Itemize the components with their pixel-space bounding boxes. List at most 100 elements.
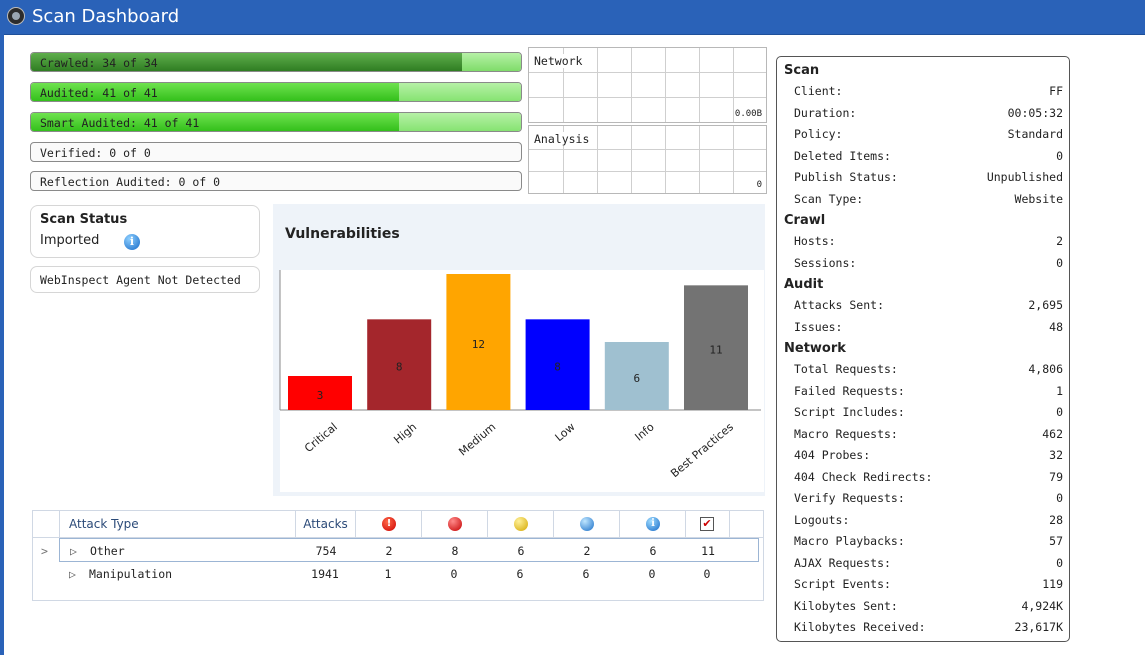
info-header[interactable]: i	[619, 511, 685, 537]
summary-value: Website	[1014, 191, 1063, 206]
smart-audited-progress-label: Smart Audited: 41 of 41	[40, 116, 200, 130]
vulnerabilities-panel: Vulnerabilities 3 Critical 8 High 12 Medium 8 L…	[273, 204, 765, 496]
summary-value: 0	[1056, 255, 1063, 270]
summary-label: Sessions:	[794, 255, 857, 270]
crawled-progress-label: Crawled: 34 of 34	[40, 56, 158, 70]
reflection-audited-progress: Reflection Audited: 0 of 0	[30, 171, 522, 191]
summary-label: Logouts:	[794, 512, 850, 527]
table-row[interactable]: ▷ Manipulation 1941 1 0 6 6 0 0	[59, 562, 759, 586]
analysis-graph: Analysis 0	[528, 125, 767, 194]
best-practice-header[interactable]: ✔	[685, 511, 729, 537]
summary-value: 32	[1049, 448, 1063, 462]
info-icon[interactable]: i	[124, 234, 140, 250]
summary-value: 1	[1056, 383, 1063, 398]
critical-header[interactable]: !	[355, 511, 421, 537]
summary-label: Failed Requests:	[794, 383, 905, 398]
section-heading-scan: Scan	[784, 63, 820, 78]
section-heading-network: Network	[784, 341, 846, 356]
window-title: Scan Dashboard	[32, 6, 180, 27]
network-graph-value: 0.00B	[734, 109, 762, 119]
bar-value-label: 3	[317, 389, 324, 402]
expand-triangle-icon[interactable]: ▷	[70, 544, 77, 558]
app-logo-icon	[7, 7, 25, 25]
summary-label: 404 Probes:	[794, 448, 871, 462]
scan-status-value: Imported	[40, 233, 100, 248]
bar-value-label: 6	[633, 372, 640, 385]
left-accent-stripe	[0, 34, 4, 655]
title-bar: Scan Dashboard	[0, 0, 1145, 35]
bar-value-label: 11	[709, 344, 722, 357]
low-count-cell: 6	[582, 567, 590, 581]
attacks-header[interactable]: Attacks	[295, 511, 355, 537]
critical-count-cell: 2	[385, 544, 393, 558]
summary-value: 0	[1056, 148, 1063, 163]
summary-value: 00:05:32	[1007, 105, 1063, 120]
scan-summary-panel: Scan Client: FF Duration: 00:05:32 Policy: Sta…	[776, 56, 1070, 642]
summary-label: Deleted Items:	[794, 148, 891, 163]
medium-icon	[514, 517, 528, 531]
bar-value-label: 8	[396, 361, 403, 374]
smart-audited-progress: Smart Audited: 41 of 41	[30, 112, 522, 132]
network-graph: Network 0.00B	[528, 47, 767, 123]
summary-label: Issues:	[794, 319, 843, 334]
summary-label: Attacks Sent:	[794, 298, 885, 312]
high-icon	[448, 517, 462, 531]
attack-type-header[interactable]: Attack Type	[59, 511, 295, 537]
summary-value: 57	[1049, 534, 1063, 548]
table-row[interactable]: ▷ Other 754 2 8 6 2 6 11	[59, 538, 759, 562]
medium-count-cell: 6	[516, 567, 524, 581]
low-header[interactable]	[553, 511, 619, 537]
summary-label: Client:	[794, 84, 843, 98]
attack-type-cell: Manipulation	[89, 567, 173, 581]
summary-label: Script Includes:	[794, 405, 905, 419]
section-heading-audit: Audit	[784, 277, 824, 292]
summary-label: Kilobytes Received:	[794, 620, 926, 634]
attacks-cell: 754	[315, 544, 337, 558]
summary-label: Policy:	[794, 127, 843, 141]
summary-label: Publish Status:	[794, 170, 898, 184]
summary-value: Unpublished	[986, 170, 1063, 184]
audited-progress-label: Audited: 41 of 41	[40, 86, 158, 100]
summary-label: AJAX Requests:	[794, 555, 891, 570]
expand-triangle-icon[interactable]: ▷	[69, 567, 76, 581]
summary-value: 0	[1056, 491, 1063, 505]
agent-status-box: WebInspect Agent Not Detected	[30, 266, 260, 293]
summary-label: Kilobytes Sent:	[794, 598, 898, 613]
summary-value: 79	[1049, 469, 1063, 484]
high-count-cell: 8	[451, 544, 459, 558]
section-heading-crawl: Crawl	[784, 213, 826, 228]
summary-value: 23,617K	[1014, 620, 1063, 634]
critical-count-cell: 1	[384, 567, 392, 581]
summary-label: Macro Playbacks:	[794, 534, 905, 548]
summary-label: Script Events:	[794, 577, 891, 591]
summary-value: Standard	[1007, 127, 1063, 141]
info-count-cell: 0	[648, 567, 656, 581]
summary-value: 4,924K	[1021, 598, 1063, 613]
high-count-cell: 0	[450, 567, 458, 581]
crawled-progress: Crawled: 34 of 34	[30, 52, 522, 72]
analysis-graph-label: Analysis	[534, 132, 593, 146]
medium-count-cell: 6	[517, 544, 525, 558]
reflection-audited-progress-label: Reflection Audited: 0 of 0	[40, 175, 221, 189]
info-count-cell: 6	[649, 544, 657, 558]
scan-status-heading: Scan Status	[40, 212, 128, 227]
summary-label: 404 Check Redirects:	[794, 469, 933, 484]
summary-value: 2	[1056, 234, 1063, 248]
summary-label: Macro Requests:	[794, 426, 898, 441]
bar-value-label: 12	[472, 338, 485, 351]
medium-header[interactable]	[487, 511, 553, 537]
high-header[interactable]	[421, 511, 487, 537]
summary-value: 0	[1056, 405, 1063, 419]
best-practice-icon: ✔	[700, 517, 714, 531]
summary-value: 0	[1056, 555, 1063, 570]
summary-value: 119	[1042, 577, 1063, 591]
low-icon	[580, 517, 594, 531]
attack-table: Attack Type Attacks ! i ✔ > ▷ Other 754 …	[32, 510, 764, 601]
summary-label: Verify Requests:	[794, 491, 905, 505]
summary-value: 2,695	[1028, 298, 1063, 312]
best-practice-count-cell: 11	[701, 544, 715, 558]
verified-progress-label: Verified: 0 of 0	[40, 146, 151, 160]
analysis-graph-value: 0	[756, 180, 762, 190]
verified-progress: Verified: 0 of 0	[30, 142, 522, 162]
summary-value: 28	[1049, 512, 1063, 527]
